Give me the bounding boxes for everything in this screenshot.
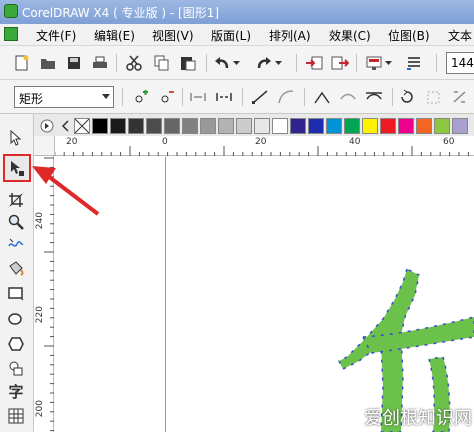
ellipse-tool-icon[interactable] bbox=[5, 310, 27, 330]
color-swatch[interactable] bbox=[182, 118, 198, 134]
menu-text[interactable]: 文本 bbox=[448, 27, 472, 44]
color-swatch[interactable] bbox=[236, 118, 252, 134]
color-swatch[interactable] bbox=[128, 118, 144, 134]
text-tool-icon[interactable]: 字 bbox=[5, 382, 27, 402]
ruler-origin[interactable] bbox=[34, 136, 55, 156]
no-fill-swatch[interactable] bbox=[74, 118, 90, 134]
undo-dropdown-icon[interactable] bbox=[232, 53, 242, 73]
menu-bar: 文件(F) 编辑(E) 视图(V) 版面(L) 排列(A) 效果(C) 位图(B… bbox=[0, 24, 474, 46]
horizontal-ruler[interactable]: 20 0 20 40 60 bbox=[34, 136, 474, 156]
cut-icon[interactable] bbox=[124, 53, 144, 73]
color-swatch[interactable] bbox=[272, 118, 288, 134]
break-curve-icon[interactable] bbox=[214, 87, 234, 107]
import-icon[interactable] bbox=[304, 53, 324, 73]
paste-icon[interactable] bbox=[178, 53, 198, 73]
drawing-canvas[interactable]: 爱创根知识网 bbox=[55, 157, 474, 432]
basic-shapes-tool-icon[interactable] bbox=[5, 358, 27, 378]
color-palette-bar bbox=[34, 114, 474, 136]
new-document-icon[interactable] bbox=[12, 53, 32, 73]
smooth-node-icon[interactable] bbox=[338, 87, 358, 107]
application-launcher-icon[interactable] bbox=[364, 53, 384, 73]
shape-type-value: 矩形 bbox=[19, 92, 44, 106]
options-list-icon[interactable] bbox=[404, 53, 424, 73]
convert-to-curve-icon[interactable] bbox=[276, 87, 296, 107]
color-swatch[interactable] bbox=[290, 118, 306, 134]
chevron-down-icon bbox=[102, 94, 110, 99]
menu-layout[interactable]: 版面(L) bbox=[211, 27, 251, 44]
horizontal-ruler-ticks bbox=[35, 146, 469, 156]
menu-arrange[interactable]: 排列(A) bbox=[269, 27, 311, 44]
standard-toolbar: 144% bbox=[0, 46, 474, 80]
vertical-ruler-ticks bbox=[44, 157, 54, 432]
zoom-level-value: 144% bbox=[451, 56, 474, 70]
add-node-icon[interactable] bbox=[130, 87, 150, 107]
redo-dropdown-icon[interactable] bbox=[274, 53, 284, 73]
shape-type-select[interactable]: 矩形 bbox=[14, 86, 114, 108]
redo-icon[interactable] bbox=[254, 53, 274, 73]
extend-curve-icon[interactable] bbox=[424, 87, 444, 107]
extract-subpath-icon[interactable] bbox=[450, 87, 470, 107]
reverse-direction-icon[interactable] bbox=[398, 87, 418, 107]
toolbox: 字 bbox=[0, 114, 34, 432]
smart-fill-tool-icon[interactable] bbox=[5, 258, 27, 278]
color-swatch[interactable] bbox=[218, 118, 234, 134]
color-swatch[interactable] bbox=[92, 118, 108, 134]
color-swatch[interactable] bbox=[110, 118, 126, 134]
title-bar: CorelDRAW X4 ( 专业版 ) - [图形1] bbox=[0, 0, 474, 24]
color-swatch[interactable] bbox=[326, 118, 342, 134]
color-swatch[interactable] bbox=[380, 118, 396, 134]
color-swatch[interactable] bbox=[416, 118, 432, 134]
crop-tool-icon[interactable] bbox=[5, 190, 27, 210]
menu-edit[interactable]: 编辑(E) bbox=[94, 27, 135, 44]
cusp-node-icon[interactable] bbox=[312, 87, 332, 107]
menu-effects[interactable]: 效果(C) bbox=[329, 27, 371, 44]
color-swatch[interactable] bbox=[434, 118, 450, 134]
color-swatch[interactable] bbox=[452, 118, 468, 134]
document-icon[interactable] bbox=[4, 27, 18, 41]
launcher-dropdown-icon[interactable] bbox=[384, 53, 394, 73]
table-tool-icon[interactable] bbox=[5, 406, 27, 426]
symmetrical-node-icon[interactable] bbox=[364, 87, 384, 107]
watermark-text: 爱创根知识网 bbox=[364, 408, 472, 429]
zoom-tool-icon[interactable] bbox=[5, 212, 27, 232]
save-icon[interactable] bbox=[64, 53, 84, 73]
color-swatch[interactable] bbox=[362, 118, 378, 134]
color-swatch[interactable] bbox=[200, 118, 216, 134]
menu-bitmaps[interactable]: 位图(B) bbox=[388, 27, 430, 44]
window-title: CorelDRAW X4 ( 专业版 ) - [图形1] bbox=[22, 6, 220, 20]
undo-icon[interactable] bbox=[212, 53, 232, 73]
coreldraw-logo-icon bbox=[4, 4, 18, 18]
convert-to-line-icon[interactable] bbox=[250, 87, 270, 107]
color-swatch[interactable] bbox=[308, 118, 324, 134]
print-icon[interactable] bbox=[90, 53, 110, 73]
menu-view[interactable]: 视图(V) bbox=[152, 27, 194, 44]
shape-tool-icon[interactable] bbox=[3, 154, 31, 182]
pick-tool-icon[interactable] bbox=[5, 128, 27, 148]
color-swatch[interactable] bbox=[164, 118, 180, 134]
color-swatch[interactable] bbox=[146, 118, 162, 134]
delete-node-icon[interactable] bbox=[156, 87, 176, 107]
menu-file[interactable]: 文件(F) bbox=[36, 27, 76, 44]
open-folder-icon[interactable] bbox=[38, 53, 58, 73]
export-icon[interactable] bbox=[330, 53, 350, 73]
rectangle-tool-icon[interactable] bbox=[5, 284, 27, 304]
color-swatch[interactable] bbox=[398, 118, 414, 134]
property-bar: 矩形 bbox=[0, 80, 474, 114]
palette-flyout-icon[interactable] bbox=[60, 120, 70, 135]
zoom-level-combo[interactable]: 144% bbox=[446, 52, 474, 74]
freehand-tool-icon[interactable] bbox=[5, 234, 27, 254]
color-swatch[interactable] bbox=[344, 118, 360, 134]
palette-scroll-left-icon[interactable] bbox=[40, 119, 54, 136]
vertical-ruler[interactable]: 240 220 200 bbox=[34, 156, 54, 432]
color-swatch[interactable] bbox=[254, 118, 270, 134]
page-border bbox=[165, 157, 166, 432]
polygon-tool-icon[interactable] bbox=[5, 334, 27, 354]
join-nodes-icon[interactable] bbox=[188, 87, 208, 107]
copy-icon[interactable] bbox=[152, 53, 172, 73]
